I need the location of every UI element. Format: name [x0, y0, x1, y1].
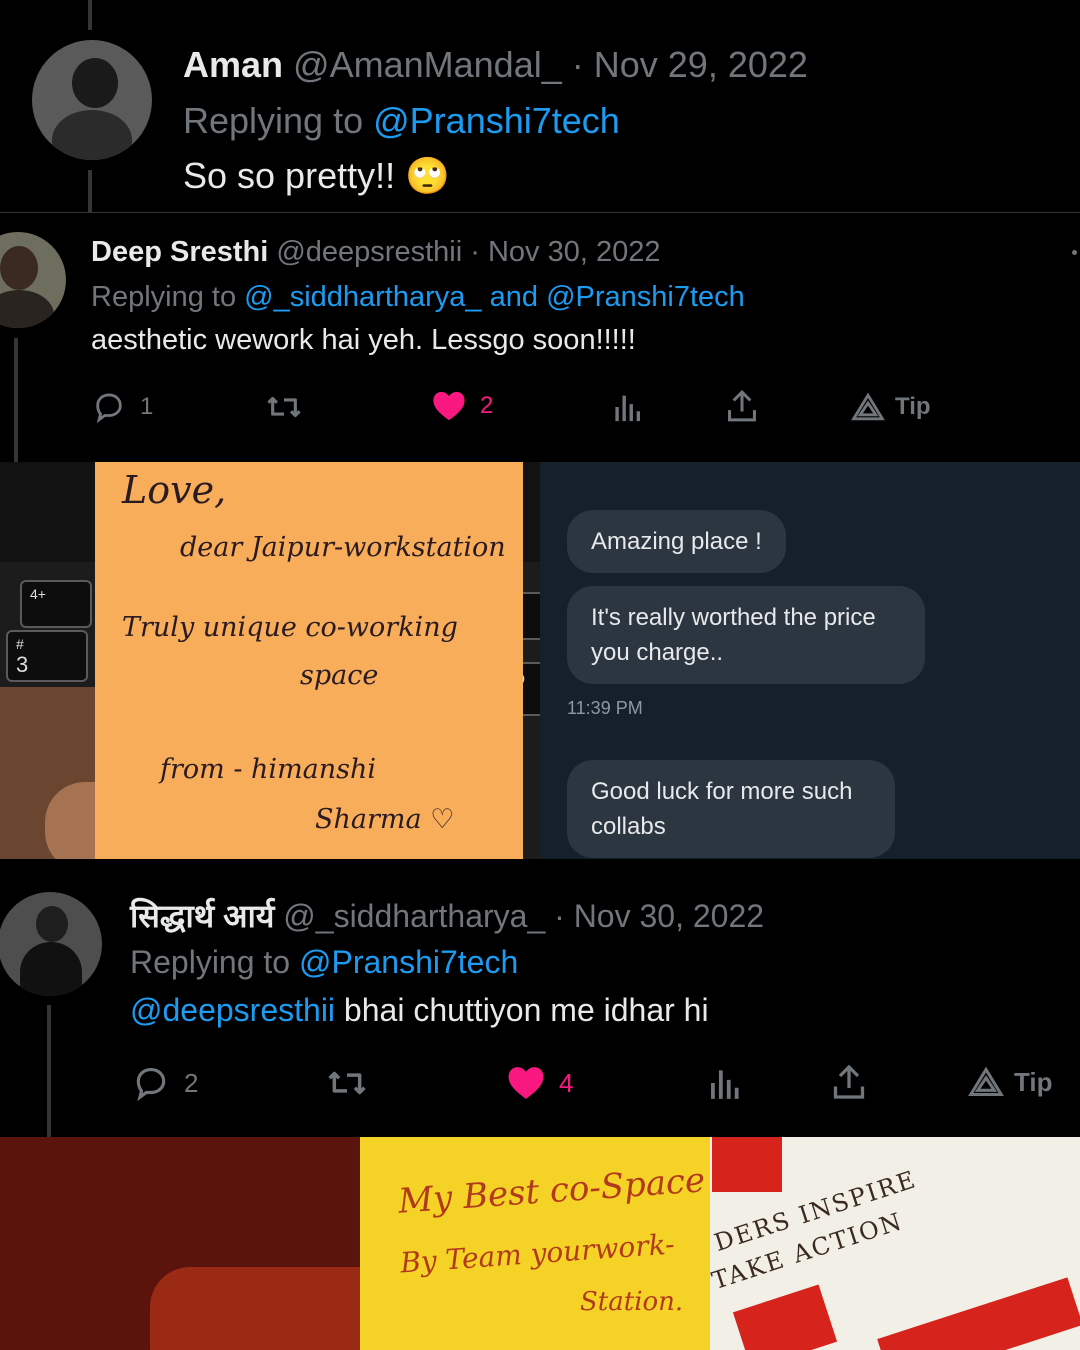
avatar-body: [20, 942, 82, 996]
avatar-head: [0, 246, 38, 290]
tip-label: Tip: [895, 393, 931, 420]
tweet1-handle[interactable]: @AmanMandal_: [293, 44, 562, 85]
retweet-button[interactable]: [326, 1064, 368, 1102]
tip-icon: [851, 392, 885, 421]
tweet1-text-row: So so pretty!! 🙄: [183, 155, 450, 197]
chat-message-1: Amazing place !: [567, 510, 786, 573]
reply-icon: [136, 1067, 166, 1102]
tweet3-mention-link[interactable]: @deepsresthii: [130, 992, 335, 1028]
tweet3-name[interactable]: सिद्धार्थ आर्य: [130, 898, 274, 934]
like-button[interactable]: 4: [507, 1065, 573, 1101]
like-button[interactable]: 2: [432, 390, 493, 422]
avatar-deep[interactable]: [0, 232, 66, 328]
tip-icon: [968, 1066, 1004, 1096]
tweet3-actions: 2 4 Tip: [0, 1062, 1080, 1106]
reply-count: 2: [184, 1067, 199, 1098]
avatar-body: [0, 290, 54, 328]
share-icon: [833, 1064, 865, 1099]
tweet2-date[interactable]: Nov 30, 2022: [488, 236, 661, 268]
tweet2-actions: 1 2 Tip: [0, 388, 1080, 428]
divider-1: [0, 212, 1080, 213]
tweet2-handle[interactable]: @deepsresthii: [276, 236, 462, 268]
chat-panel: Amazing place ! It's really worthed the …: [540, 462, 1080, 859]
tweet3-replying-label: Replying to: [130, 944, 291, 980]
note1-line6: Sharma ♡: [315, 804, 455, 835]
chat-message-3: Good luck for more such collabs: [567, 760, 895, 858]
avatar-aman[interactable]: [32, 40, 152, 160]
views-button[interactable]: [612, 390, 642, 424]
tweet3-date-sep: ·: [554, 898, 565, 934]
views-icon: [615, 395, 641, 422]
tweet1-replying: Replying to @Pranshi7tech: [183, 100, 620, 142]
retweet-icon: [267, 396, 301, 418]
heart-icon: [508, 1067, 544, 1099]
views-button[interactable]: [708, 1064, 740, 1102]
tweet3-header: सिद्धार्थ आर्य @_siddhartharya_ · Nov 30…: [130, 894, 764, 937]
share-icon: [728, 389, 756, 422]
note1-line2: dear Jaipur-workstation: [180, 532, 506, 563]
tweet2-date-sep: ·: [470, 236, 480, 268]
tweet2-header: Deep Sresthi @deepsresthii · Nov 30, 202…: [91, 236, 660, 269]
tip-label: Tip: [1014, 1066, 1053, 1097]
tweet1-emoji: 🙄: [405, 155, 450, 196]
reply-icon: [96, 393, 122, 424]
tweet3-text-row: @deepsresthii bhai chuttiyon me idhar hi: [130, 992, 709, 1029]
more-dot-icon[interactable]: [1072, 250, 1077, 255]
reply-button[interactable]: 2: [132, 1064, 198, 1102]
reply-button[interactable]: 1: [92, 390, 153, 424]
key-3: #3: [6, 630, 88, 682]
tweet1-name[interactable]: Aman: [183, 44, 283, 85]
avatar-siddharth[interactable]: [0, 892, 102, 996]
reply-count: 1: [140, 393, 154, 420]
heart-icon: [433, 391, 465, 421]
tweet1-replying-to-link[interactable]: @Pranshi7tech: [373, 100, 620, 141]
tweet2-replying-to-link[interactable]: @_siddhartharya_ and @Pranshi7tech: [244, 281, 745, 313]
tweet2-name[interactable]: Deep Sresthi: [91, 236, 268, 268]
tweet1-date[interactable]: Nov 29, 2022: [594, 44, 808, 85]
avatar-head: [72, 58, 118, 108]
tip-button[interactable]: Tip: [968, 1066, 1053, 1098]
tweet3-date[interactable]: Nov 30, 2022: [574, 898, 764, 934]
chat-time: 11:39 PM: [567, 698, 643, 718]
share-button[interactable]: [831, 1062, 867, 1102]
views-icon: [711, 1070, 739, 1099]
tweet1-header: Aman @AmanMandal_ · Nov 29, 2022: [183, 44, 808, 86]
avatar-head: [36, 906, 68, 942]
tweet1-text: So so pretty!!: [183, 155, 396, 196]
tweet3-handle[interactable]: @_siddhartharya_: [283, 898, 545, 934]
note2-line3: Station.: [580, 1287, 684, 1317]
note1-line3: Truly unique co-working: [122, 612, 458, 643]
like-count: 4: [559, 1067, 574, 1098]
tweet1-replying-label: Replying to: [183, 100, 364, 141]
share-button[interactable]: [725, 388, 759, 424]
tweet1-date-sep: ·: [571, 44, 584, 85]
like-count: 2: [480, 392, 494, 419]
tweet2-replying-label: Replying to: [91, 281, 237, 313]
note-photo-1: 4+ #3 o Love, dear Jaipur-workstation Tr…: [0, 462, 540, 859]
book-red-block-1: [712, 1137, 782, 1192]
note1-line4: space: [300, 660, 379, 691]
chat-message-2: It's really worthed the price you charge…: [567, 586, 925, 684]
tweet3-replying: Replying to @Pranshi7tech: [130, 944, 518, 981]
tweet3-text: bhai chuttiyon me idhar hi: [343, 992, 709, 1028]
tweet2-text: aesthetic wework hai yeh. Lessgo soon!!!…: [91, 324, 636, 356]
tip-button[interactable]: Tip: [851, 392, 931, 422]
thread-line-top: [88, 0, 92, 30]
avatar-body: [52, 110, 132, 160]
note1-line5: from - himanshi: [160, 754, 377, 785]
thread-line-tweet1: [88, 170, 92, 212]
tweet2-replying: Replying to @_siddhartharya_ and @Pransh…: [91, 281, 745, 314]
retweet-icon: [328, 1071, 366, 1095]
tweet3-replying-to-link[interactable]: @Pranshi7tech: [299, 944, 518, 980]
key-4: 4+: [20, 580, 92, 628]
retweet-button[interactable]: [265, 390, 303, 424]
note-photo-2: DERS INSPIRE TAKE ACTION My Best co-Spac…: [0, 1137, 1080, 1350]
note1-line1: Love,: [122, 468, 227, 512]
